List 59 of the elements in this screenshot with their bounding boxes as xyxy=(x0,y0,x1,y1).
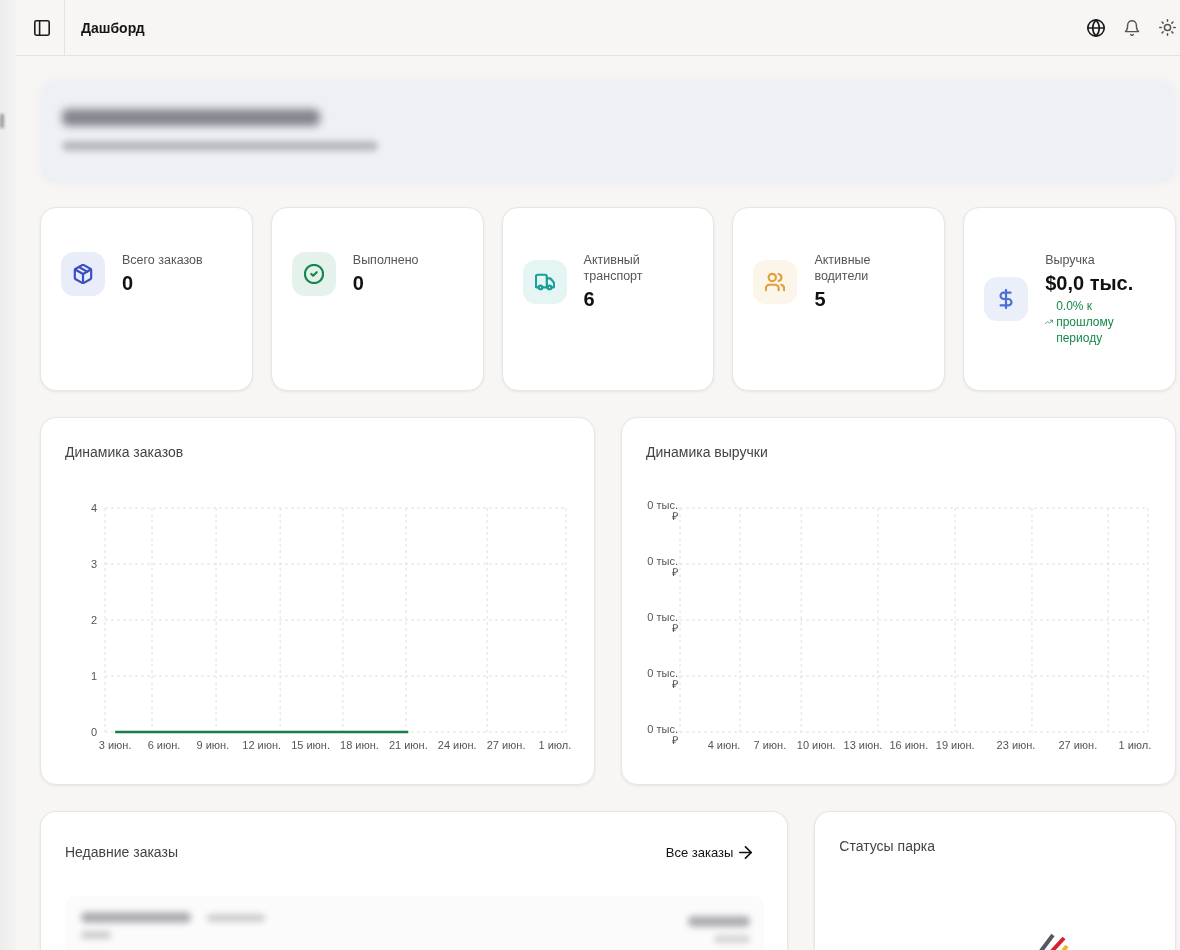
stat-label: Выполнено xyxy=(352,252,419,268)
card-title: Недавние заказы xyxy=(65,843,178,862)
y-axis-label: 0 тыс. ₽ xyxy=(646,500,678,522)
box-icon xyxy=(61,252,105,296)
y-axis-label: 0 тыс. ₽ xyxy=(646,668,678,690)
stat-value: 6 xyxy=(583,287,596,312)
x-axis-label: 27 июн. xyxy=(1058,738,1098,752)
blurred-text xyxy=(207,913,265,922)
y-axis-label: 0 тыс. ₽ xyxy=(646,556,678,578)
x-axis-label: 21 июн. xyxy=(388,738,428,752)
x-axis-label: 10 июн. xyxy=(796,738,836,752)
stat-value: 0 xyxy=(122,271,135,296)
page-title: Дашборд xyxy=(81,19,145,36)
blurred-text xyxy=(714,935,751,943)
x-axis-label: 18 июн. xyxy=(340,738,379,752)
y-axis-label: 3 xyxy=(90,557,97,572)
people-icon xyxy=(753,260,798,304)
y-axis-label: 0 тыс. ₽ xyxy=(646,724,678,746)
x-axis-label: 15 июн. xyxy=(291,738,330,752)
x-axis-label: 23 июн. xyxy=(996,738,1036,752)
x-axis-label: 16 июн. xyxy=(889,738,929,752)
chart-title: Динамика заказов xyxy=(65,443,185,462)
y-axis-label: 2 xyxy=(90,613,97,628)
stat-label: Активные водители xyxy=(814,252,872,284)
chart-title: Динамика выручки xyxy=(646,443,769,462)
stat-label: Всего заказов xyxy=(122,252,203,268)
x-axis-label: 12 июн. xyxy=(242,738,282,752)
stat-value: $0,0 тыс. xyxy=(1045,271,1134,296)
y-axis-label: 0 xyxy=(90,725,97,740)
trend-up-icon xyxy=(1045,318,1054,326)
stat-label: Выручка xyxy=(1045,252,1096,268)
x-axis-label: 19 июн. xyxy=(935,738,975,752)
x-axis-label: 6 июн. xyxy=(147,738,181,752)
stat-label: Активный транспорт xyxy=(583,252,644,284)
x-axis-label: 1 июл. xyxy=(538,738,572,752)
x-axis-label: 9 июн. xyxy=(196,738,230,752)
globe-icon[interactable] xyxy=(1087,18,1105,37)
x-axis-label: 7 июн. xyxy=(753,738,787,752)
y-axis-label: 1 xyxy=(90,669,97,684)
all-orders-link[interactable]: Все заказы xyxy=(655,838,765,866)
blurred-text xyxy=(81,931,111,939)
x-axis-label: 27 июн. xyxy=(486,738,526,752)
y-axis-label: 0 тыс. ₽ xyxy=(646,612,678,634)
dollar-icon xyxy=(984,277,1029,321)
trend-text: 0.0% к прошлому периоду xyxy=(1056,298,1115,346)
stat-value: 0 xyxy=(352,271,365,296)
x-axis-label: 24 июн. xyxy=(437,738,477,752)
sun-icon[interactable] xyxy=(1159,19,1176,36)
x-axis-label: 1 июл. xyxy=(1118,738,1152,752)
x-axis-label: 3 июн. xyxy=(98,738,132,752)
card-title: Статусы парка xyxy=(839,837,936,856)
truck-icon xyxy=(522,260,567,304)
notification-bell-icon[interactable] xyxy=(1124,19,1140,36)
x-axis-label: 13 июн. xyxy=(843,738,883,752)
y-axis-label: 4 xyxy=(90,501,97,516)
blurred-text xyxy=(688,916,751,927)
x-axis-label: 4 июн. xyxy=(707,738,741,752)
sidebar-toggle-icon[interactable] xyxy=(33,19,50,36)
stat-value: 5 xyxy=(814,287,827,312)
